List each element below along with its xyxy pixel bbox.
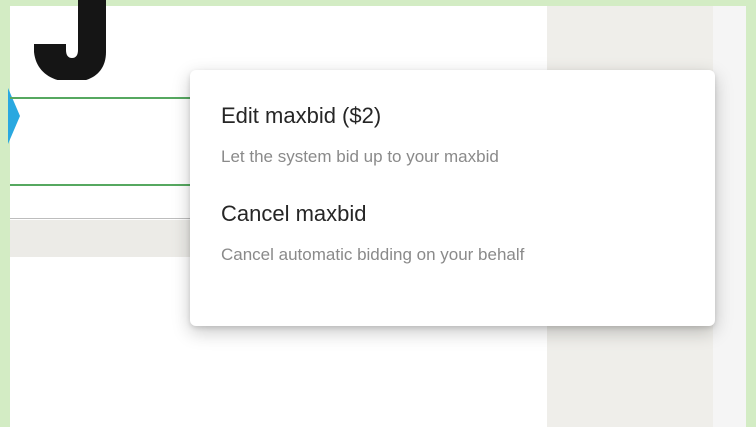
- menu-item-cancel-maxbid[interactable]: Cancel maxbid Cancel automatic bidding o…: [190, 198, 715, 268]
- menu-item-title: Cancel maxbid: [221, 201, 367, 226]
- menu-item-title: Edit maxbid ($2): [221, 103, 382, 128]
- input-field-underline-bottom: [10, 184, 210, 186]
- input-field-underline-top: [10, 97, 210, 99]
- menu-item-edit-maxbid[interactable]: Edit maxbid ($2) Let the system bid up t…: [190, 100, 715, 170]
- right-edge-strip: [713, 6, 746, 427]
- logo-icon: [28, 0, 108, 80]
- maxbid-context-menu: Edit maxbid ($2) Let the system bid up t…: [190, 70, 715, 326]
- menu-item-description: Cancel automatic bidding on your behalf: [221, 245, 525, 264]
- field-divider: [10, 218, 200, 219]
- menu-item-description: Let the system bid up to your maxbid: [221, 147, 499, 166]
